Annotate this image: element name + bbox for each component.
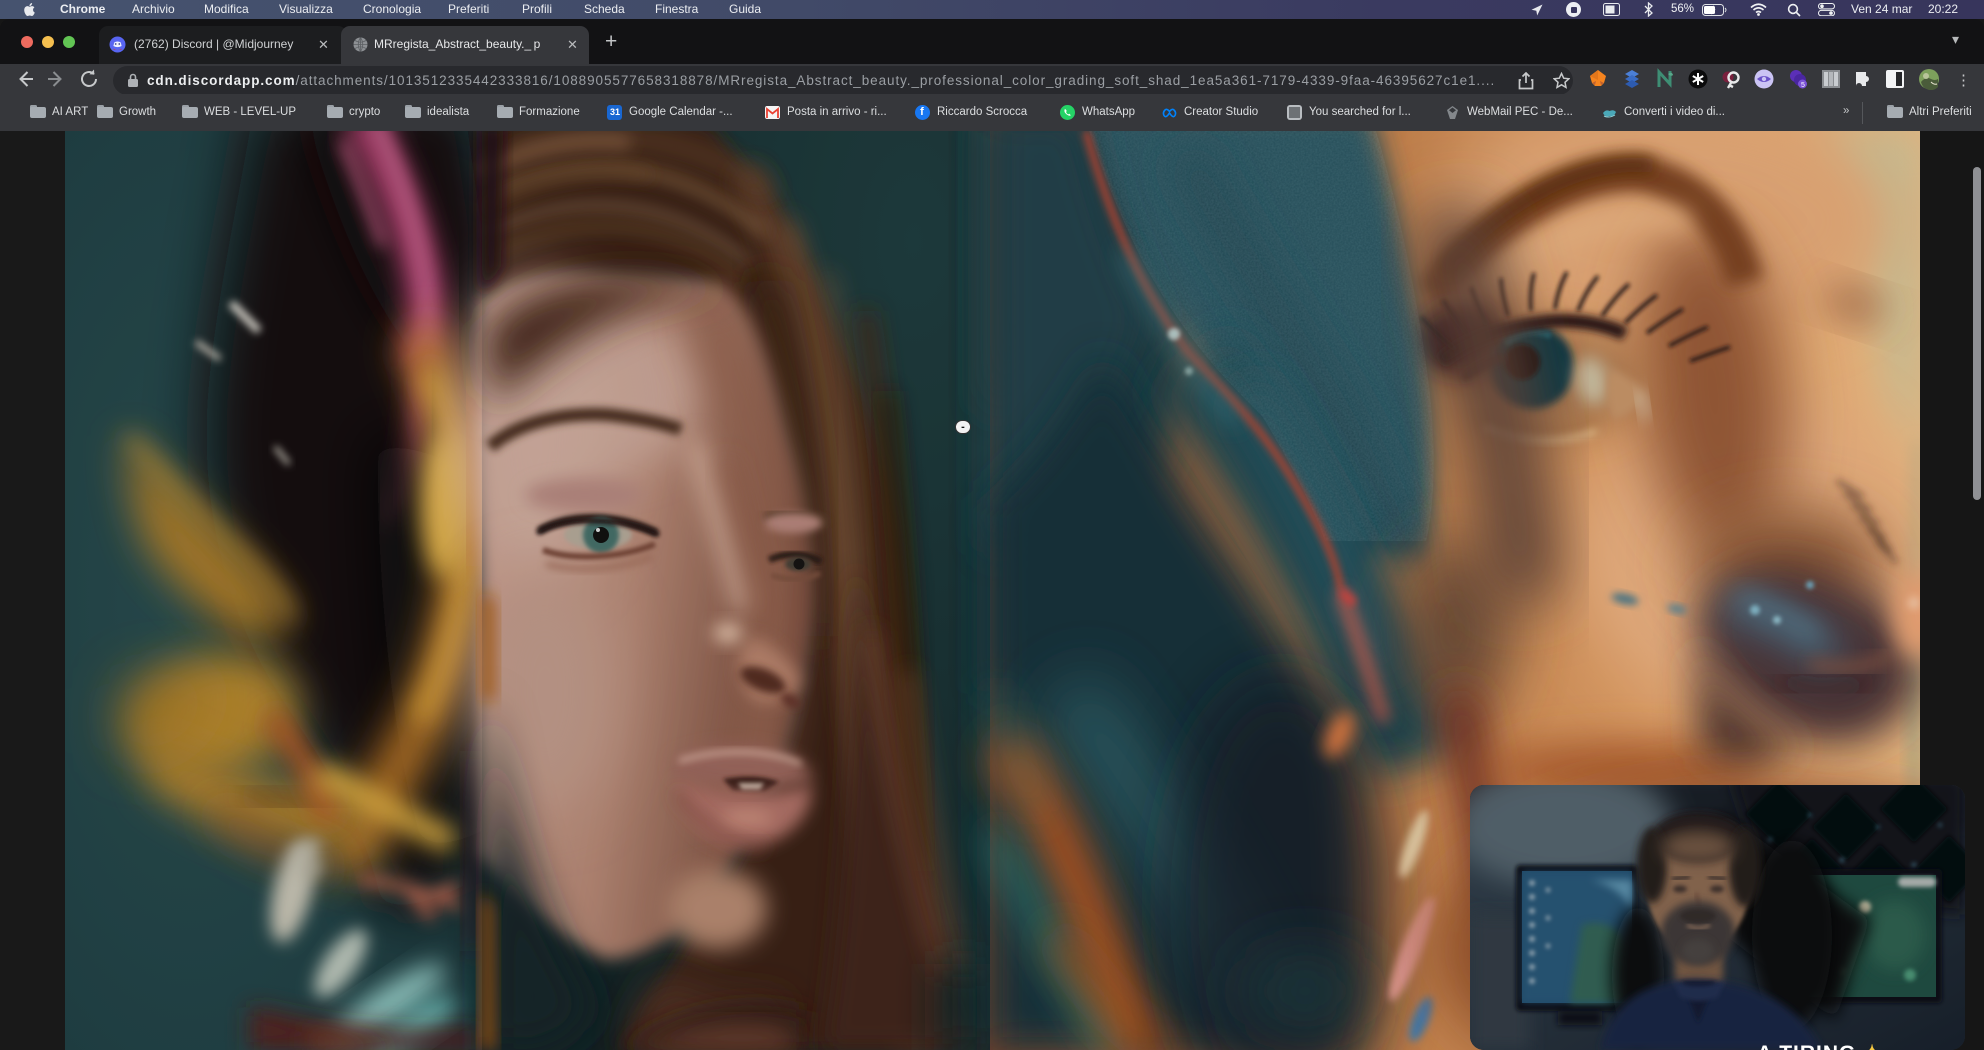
svg-text:5: 5 (1801, 82, 1805, 89)
